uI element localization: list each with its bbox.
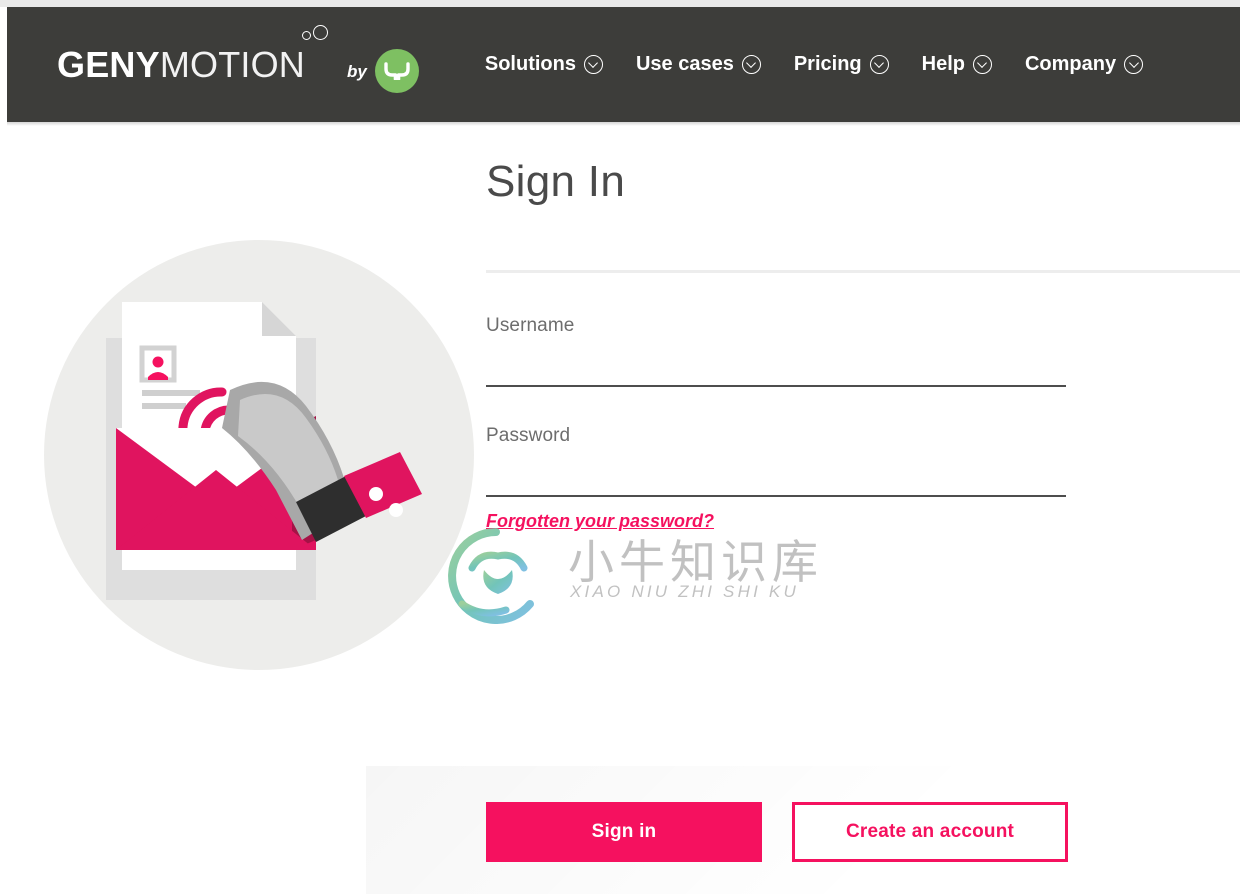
brand-name-light: MOTION	[159, 43, 306, 85]
username-label: Username	[486, 315, 575, 337]
nav-item-label: Use cases	[635, 53, 734, 75]
nav-item-label: Pricing	[793, 53, 862, 75]
content-panel: Sign In Username Password Forgotten your…	[0, 126, 1240, 894]
create-account-button[interactable]: Create an account	[792, 802, 1068, 862]
brand-name-bold: GENY	[57, 43, 160, 85]
watermark-chinese-text: 小牛知识库	[568, 536, 823, 588]
sign-in-button[interactable]: Sign in	[486, 802, 762, 862]
nav-item-label: Company	[1024, 53, 1117, 75]
nav-item-solutions[interactable]: Solutions	[485, 53, 603, 76]
forgot-password-link[interactable]: Forgotten your password?	[486, 511, 714, 532]
nav-item-help[interactable]: Help	[922, 53, 992, 76]
form-actions: Sign in Create an account	[486, 802, 1068, 862]
chevron-down-circle-icon	[972, 55, 992, 74]
signin-form: Sign In Username Password Forgotten your…	[486, 126, 1240, 532]
signin-page: GENYMOTION by Solutions Use cases Pricin…	[0, 0, 1240, 894]
chevron-down-circle-icon	[869, 55, 889, 74]
site-header: GENYMOTION by Solutions Use cases Pricin…	[7, 7, 1240, 122]
main-navigation: Solutions Use cases Pricing Help Company	[485, 53, 1144, 76]
chevron-down-circle-icon	[583, 55, 603, 74]
android-head-icon	[374, 48, 419, 93]
brand-logo[interactable]: GENYMOTION by	[57, 7, 419, 122]
nav-item-label: Help	[921, 53, 965, 75]
username-field-group: Username	[486, 315, 1240, 388]
brand-by-label: by	[347, 61, 367, 81]
chevron-down-circle-icon	[1124, 55, 1144, 74]
nav-item-pricing[interactable]: Pricing	[794, 53, 889, 76]
password-label: Password	[486, 425, 571, 447]
two-circles-icon	[302, 24, 329, 40]
password-field-group: Password Forgotten your password?	[486, 425, 1240, 532]
nav-item-use-cases[interactable]: Use cases	[636, 53, 761, 76]
username-input[interactable]	[486, 385, 1066, 388]
brand-wordmark: GENYMOTION	[57, 24, 329, 85]
title-divider	[486, 270, 1240, 274]
page-top-strip	[0, 0, 1240, 7]
nav-item-label: Solutions	[484, 53, 576, 75]
envelope-document-fingerprint-hand-illustration	[44, 240, 474, 670]
nav-item-company[interactable]: Company	[1024, 53, 1144, 76]
password-input[interactable]	[486, 495, 1066, 498]
page-title: Sign In	[486, 157, 626, 206]
site-watermark: 小牛知识库 XIAO NIU ZHI SHI KU	[438, 524, 818, 624]
chevron-down-circle-icon	[741, 55, 761, 74]
watermark-pinyin-text: XIAO NIU ZHI SHI KU	[570, 582, 799, 601]
